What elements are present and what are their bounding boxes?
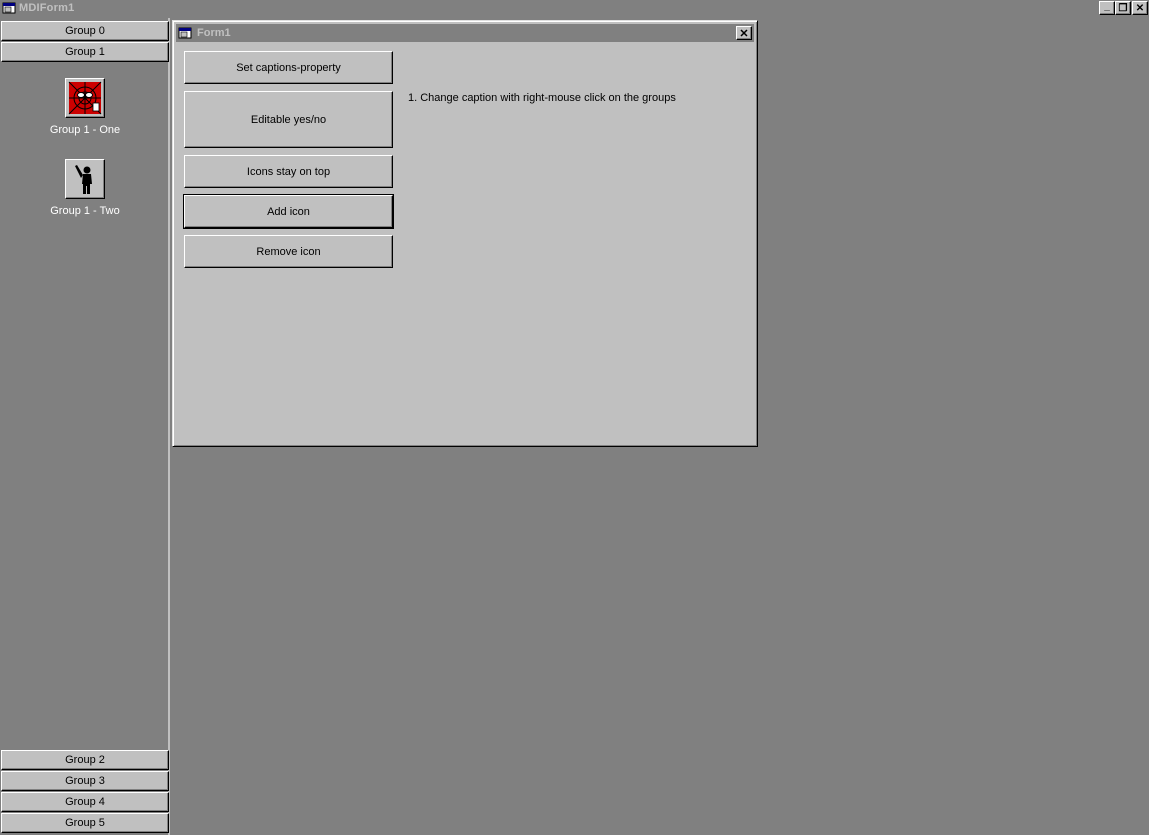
close-icon: ✕ <box>1135 2 1145 14</box>
mdi-window-title: MDIForm1 <box>19 2 75 14</box>
form1-title-bar[interactable]: Form1 ✕ <box>176 24 754 42</box>
group-button-4[interactable]: Group 4 <box>1 792 169 812</box>
minimize-button[interactable]: _ <box>1099 1 1115 15</box>
group-button-1[interactable]: Group 1 <box>1 42 169 62</box>
group-icon-label-two: Group 1 - Two <box>50 205 120 217</box>
remove-icon-button[interactable]: Remove icon <box>184 235 393 268</box>
mdi-title-bar[interactable]: MDIForm1 _ ❐ ✕ <box>0 0 1149 17</box>
form1-title: Form1 <box>197 27 231 39</box>
form1-close-button[interactable]: ✕ <box>736 26 752 40</box>
editable-toggle-button[interactable]: Editable yes/no <box>184 91 393 148</box>
group-button-2[interactable]: Group 2 <box>1 750 169 770</box>
restore-icon: ❐ <box>1118 2 1128 14</box>
person-waving-icon[interactable] <box>65 159 105 199</box>
add-icon-button[interactable]: Add icon <box>183 194 394 229</box>
group-icon-item-two[interactable]: Group 1 - Two <box>0 159 170 217</box>
close-button[interactable]: ✕ <box>1132 1 1148 15</box>
group-icon-item-one[interactable]: Group 1 - One <box>0 78 170 136</box>
group-icon-label-one: Group 1 - One <box>49 124 121 136</box>
spiderman-icon[interactable] <box>65 78 105 118</box>
group-button-5[interactable]: Group 5 <box>1 813 169 833</box>
icons-on-top-button[interactable]: Icons stay on top <box>184 155 393 188</box>
app-window-icon <box>2 2 16 14</box>
spiderman-icon-graphic <box>68 81 102 115</box>
set-captions-button[interactable]: Set captions-property <box>184 51 393 84</box>
group-button-3[interactable]: Group 3 <box>1 771 169 791</box>
form1-window: Form1 ✕ Set captions-property Editable y… <box>172 20 758 447</box>
restore-button[interactable]: ❐ <box>1115 1 1131 15</box>
minimize-icon: _ <box>1104 0 1110 12</box>
close-icon: ✕ <box>739 27 749 40</box>
form-window-icon <box>178 27 192 39</box>
group-bar: Group 0 Group 1 Group 1 - One Group 1 - … <box>0 18 170 835</box>
person-waving-icon-graphic <box>69 163 101 195</box>
info-text: 1. Change caption with right-mouse click… <box>408 92 676 104</box>
group-button-0[interactable]: Group 0 <box>1 21 169 41</box>
